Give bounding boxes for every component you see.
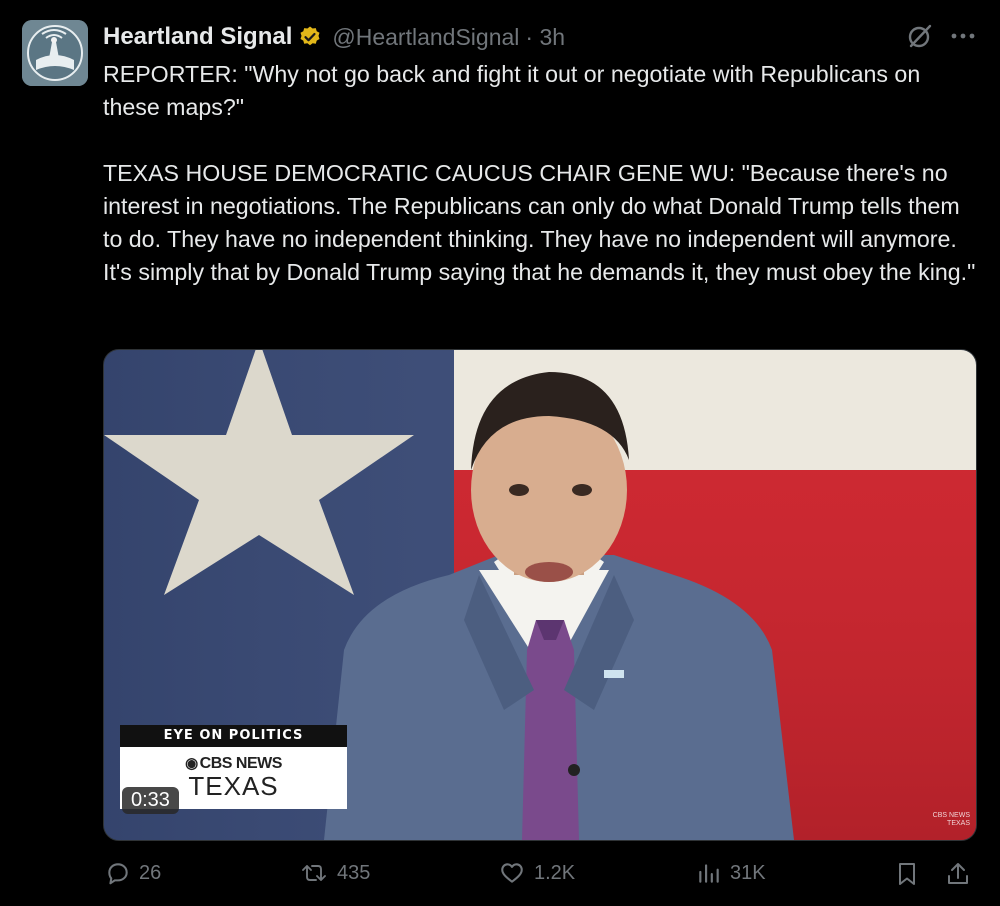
- repost-count: 435: [337, 861, 371, 884]
- repost-icon: [302, 865, 326, 881]
- views-icon: [699, 864, 719, 883]
- watermark-line: TEXAS: [947, 820, 970, 827]
- lower-third-label: EYE ON POLITICS: [120, 725, 347, 747]
- watermark-line: CBS NEWS: [932, 812, 970, 819]
- timestamp[interactable]: · 3h: [525, 24, 565, 51]
- tweet-paragraph: REPORTER: "Why not go back and fight it …: [103, 61, 921, 120]
- more-icon[interactable]: [950, 32, 976, 40]
- cbs-eye-icon: ◉: [185, 755, 198, 772]
- tweet: Heartland Signal @HeartlandSignal · 3h R…: [0, 0, 1000, 906]
- share-icon: [948, 863, 968, 884]
- tweet-paragraph: TEXAS HOUSE DEMOCRATIC CAUCUS CHAIR GENE…: [103, 160, 976, 285]
- video-duration: 0:33: [122, 787, 179, 814]
- share-button[interactable]: [945, 860, 971, 888]
- tweet-header: Heartland Signal @HeartlandSignal · 3h: [103, 21, 565, 53]
- handle[interactable]: @HeartlandSignal: [332, 24, 519, 51]
- bookmark-icon: [899, 863, 915, 885]
- action-bar: 26 435 1.2K 31K: [103, 860, 975, 896]
- like-count: 1.2K: [534, 861, 576, 884]
- reply-button[interactable]: 26: [105, 860, 161, 886]
- views-button[interactable]: 31K: [696, 860, 766, 886]
- reply-icon: [108, 863, 128, 885]
- bookmark-button[interactable]: [895, 860, 919, 888]
- network-watermark: CBS NEWS TEXAS: [933, 812, 970, 828]
- video-player[interactable]: EYE ON POLITICS ◉ CBS NEWS TEXAS 0:33 CBS…: [103, 349, 977, 841]
- views-count: 31K: [730, 861, 766, 884]
- repost-button[interactable]: 435: [299, 860, 370, 886]
- verified-badge-icon: [298, 25, 322, 49]
- heartland-signal-logo-icon: [22, 20, 88, 86]
- heart-icon: [501, 863, 523, 883]
- reply-count: 26: [139, 861, 162, 884]
- avatar[interactable]: [22, 20, 88, 86]
- like-button[interactable]: 1.2K: [498, 860, 575, 886]
- top-actions: [906, 22, 976, 50]
- grok-icon[interactable]: [906, 22, 934, 50]
- tweet-text: REPORTER: "Why not go back and fight it …: [103, 58, 983, 289]
- network-text: CBS NEWS: [199, 755, 283, 772]
- display-name[interactable]: Heartland Signal: [103, 23, 292, 51]
